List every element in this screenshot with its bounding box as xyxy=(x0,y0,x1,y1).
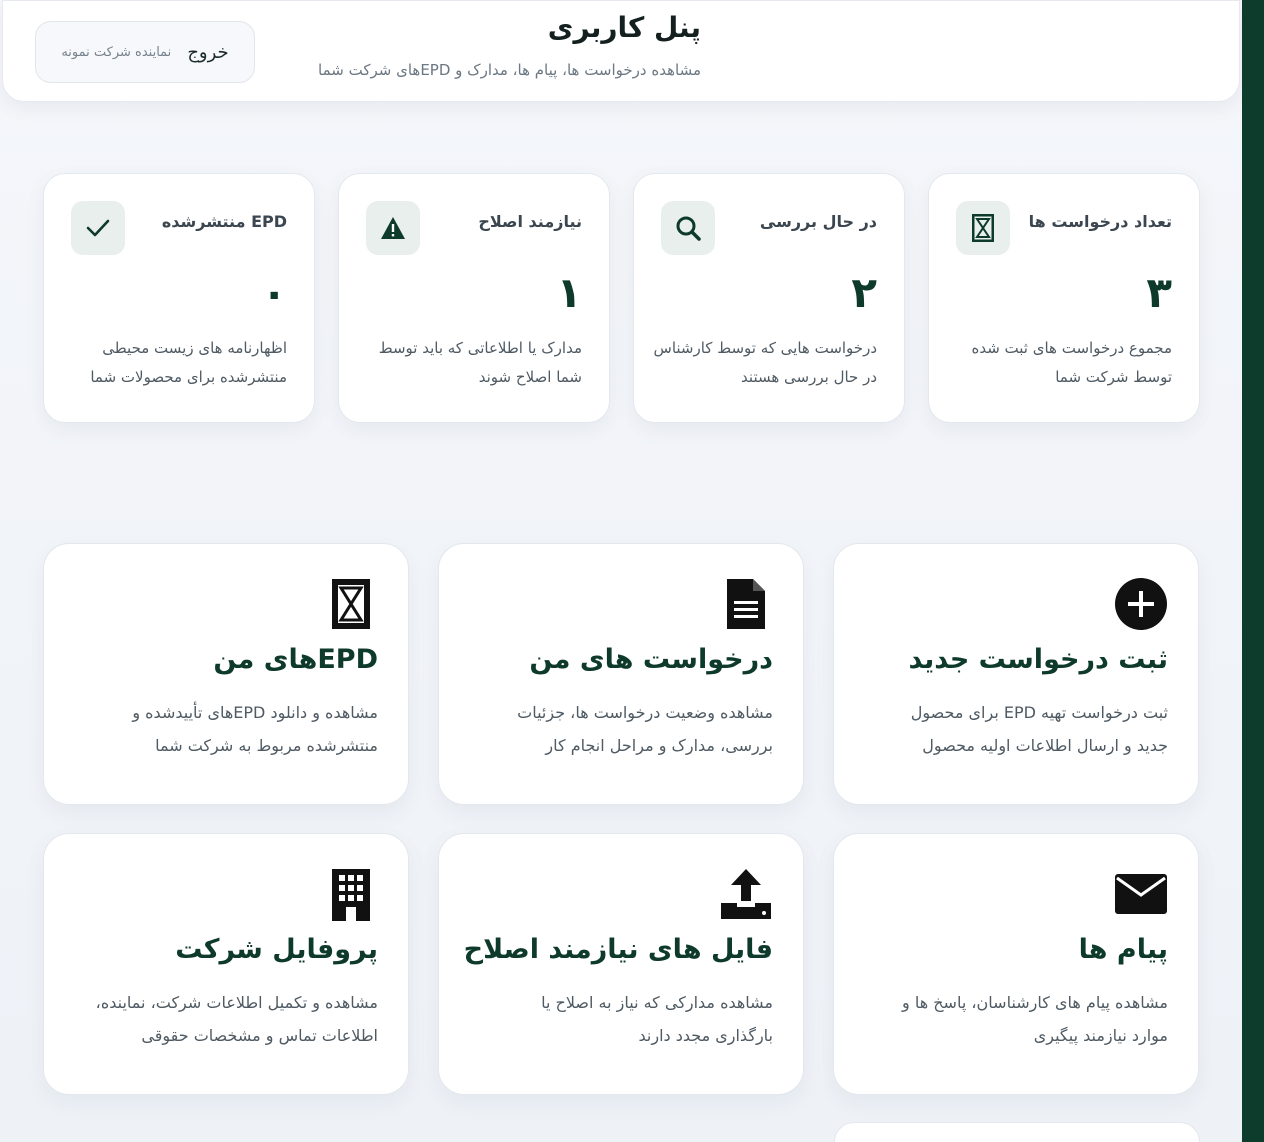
card-description: مشاهده مدارکی که نیاز به اصلاح یا بارگذا… xyxy=(541,993,773,1045)
stat-label: در حال بررسی xyxy=(759,212,877,231)
upload-icon xyxy=(719,866,773,922)
stat-value: ۳ xyxy=(1146,268,1172,317)
card-description: مشاهده و دانلود EPDهای تأییدشده و منتشرش… xyxy=(132,703,378,755)
card-description: مشاهده وضعیت درخواست ها، جزئیات بررسی، م… xyxy=(517,703,773,755)
stat-description: درخواست هایی که توسط کارشناس در حال بررس… xyxy=(653,339,877,386)
card-description: ثبت درخواست تهیه EPD برای محصول جدید و ا… xyxy=(910,703,1168,755)
stat-card-published-epd: EPD منتشرشده ۰ اظهارنامه های زیست محیطی … xyxy=(43,173,315,423)
card-description: مشاهده پیام های کارشناسان، پاسخ ها و موا… xyxy=(902,993,1168,1045)
new-request-card[interactable]: ثبت درخواست جدید ثبت درخواست تهیه EPD بر… xyxy=(833,543,1199,805)
next-card-partial xyxy=(834,1122,1200,1142)
stat-label: تعداد درخواست ها xyxy=(1028,212,1172,231)
messages-card[interactable]: پیام ها مشاهده پیام های کارشناسان، پاسخ … xyxy=(833,833,1199,1095)
my-epds-card[interactable]: EPDهای من مشاهده و دانلود EPDهای تأییدشد… xyxy=(43,543,409,805)
stat-value: ۰ xyxy=(261,268,287,317)
card-title: پیام ها xyxy=(1078,934,1168,965)
header: پنل کاربری مشاهده درخواست ها، پیام ها، م… xyxy=(2,0,1240,102)
page-title: پنل کاربری xyxy=(547,11,701,44)
stat-description: مجموع درخواست های ثبت شده توسط شرکت شما xyxy=(971,339,1172,386)
card-title: درخواست های من xyxy=(529,644,773,675)
files-need-fix-card[interactable]: فایل های نیازمند اصلاح مشاهده مدارکی که … xyxy=(438,833,804,1095)
check-icon xyxy=(71,201,125,255)
search-icon xyxy=(661,201,715,255)
page: پنل کاربری مشاهده درخواست ها، پیام ها، م… xyxy=(0,0,1242,1142)
stat-card-needs-fix: نیازمند اصلاح ۱ مدارک یا اطلاعاتی که بای… xyxy=(338,173,610,423)
envelope-icon xyxy=(1114,866,1168,922)
logout-button[interactable]: خروج xyxy=(187,42,228,63)
stat-description: اظهارنامه های زیست محیطی منتشرشده برای م… xyxy=(90,339,287,386)
stat-value: ۲ xyxy=(851,268,877,317)
company-profile-card[interactable]: پروفایل شرکت مشاهده و تکمیل اطلاعات شرکت… xyxy=(43,833,409,1095)
side-strip xyxy=(1242,0,1264,1142)
card-title: فایل های نیازمند اصلاح xyxy=(463,934,773,965)
building-icon xyxy=(324,866,378,922)
card-title: پروفایل شرکت xyxy=(175,934,378,965)
plus-circle-icon xyxy=(1114,576,1168,632)
hourglass-icon xyxy=(324,576,378,632)
card-title: ثبت درخواست جدید xyxy=(908,644,1168,675)
card-description: مشاهده و تکمیل اطلاعات شرکت، نماینده، اط… xyxy=(95,993,378,1045)
stat-card-in-review: در حال بررسی ۲ درخواست هایی که توسط کارش… xyxy=(633,173,905,423)
stat-label: نیازمند اصلاح xyxy=(478,212,582,231)
user-box: خروج نماینده شرکت نمونه xyxy=(35,21,255,83)
stat-card-total-requests: تعداد درخواست ها ۳ مجموع درخواست های ثبت… xyxy=(928,173,1200,423)
my-requests-card[interactable]: درخواست های من مشاهده وضعیت درخواست ها، … xyxy=(438,543,804,805)
card-title: EPDهای من xyxy=(213,644,378,675)
stat-label: EPD منتشرشده xyxy=(161,212,287,231)
user-name: نماینده شرکت نمونه xyxy=(61,44,172,60)
stat-description: مدارک یا اطلاعاتی که باید توسط شما اصلاح… xyxy=(378,339,582,386)
document-icon xyxy=(719,576,773,632)
page-subtitle: مشاهده درخواست ها، پیام ها، مدارک و EPDه… xyxy=(318,61,701,79)
hourglass-icon xyxy=(956,201,1010,255)
stat-value: ۱ xyxy=(556,268,582,317)
warning-icon xyxy=(366,201,420,255)
